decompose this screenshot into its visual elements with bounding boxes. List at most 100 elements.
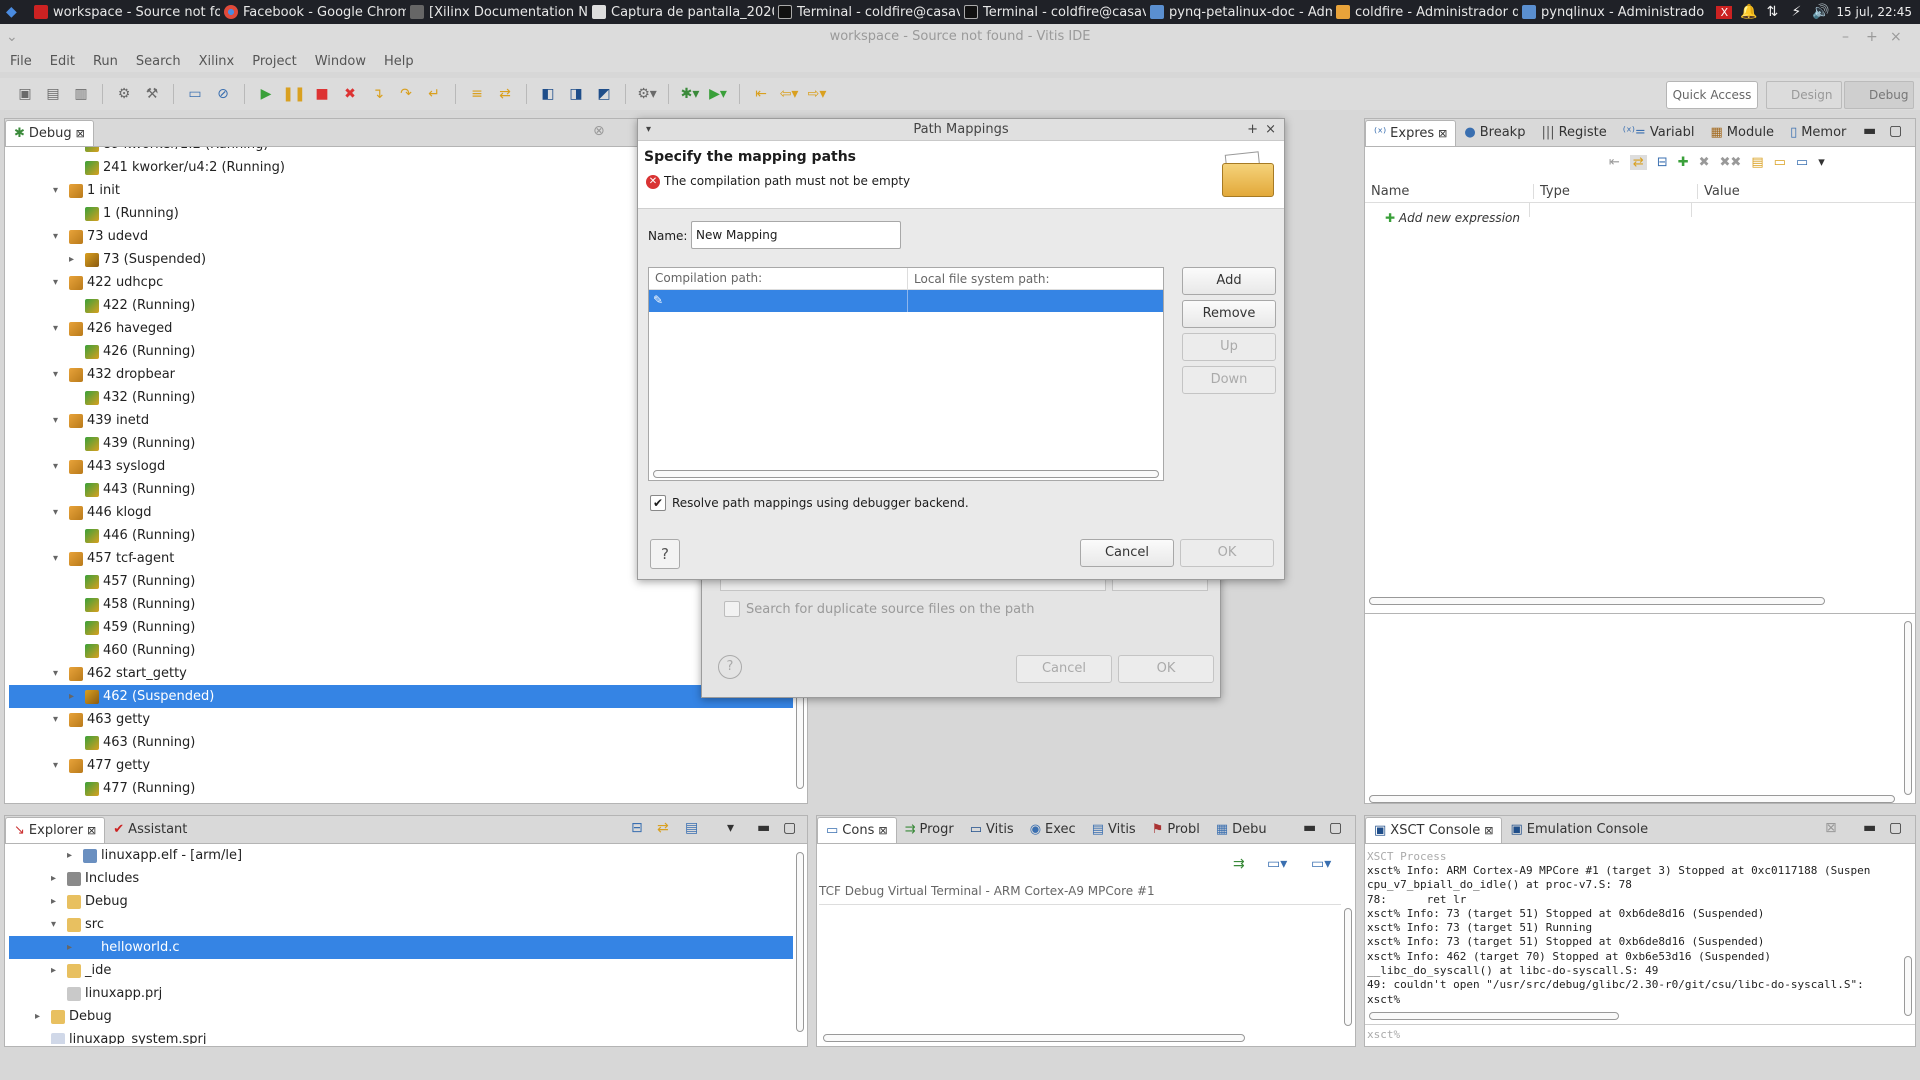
- terminal-toolbar-icon[interactable]: ▭: [184, 83, 206, 105]
- filter-icon[interactable]: ▤: [685, 820, 698, 836]
- expand-arrow-icon[interactable]: ▾: [53, 409, 58, 432]
- view-maximize-button[interactable]: ▢: [1889, 820, 1902, 836]
- tree-row[interactable]: 463 (Running): [9, 731, 793, 754]
- down-button[interactable]: Down: [1182, 366, 1276, 394]
- column-local-path[interactable]: Local file system path:: [907, 268, 1050, 290]
- menu-xilinx[interactable]: Xilinx: [199, 54, 235, 69]
- vitis-console-icon[interactable]: ◩: [593, 83, 615, 105]
- tree-row[interactable]: ▸ Debug: [9, 890, 793, 913]
- step-over-icon[interactable]: ↷: [395, 83, 417, 105]
- mappings-table[interactable]: Compilation path: Local file system path…: [648, 267, 1164, 481]
- expand-arrow-icon[interactable]: ▾: [53, 547, 58, 570]
- collapse-arrow-icon[interactable]: ▸: [67, 844, 72, 867]
- view-maximize-button[interactable]: ▢: [1329, 820, 1342, 836]
- taskbar-item-vitis[interactable]: workspace - Source not fo...: [30, 0, 220, 24]
- expand-arrow-icon[interactable]: ▾: [51, 913, 56, 936]
- expand-arrow-icon[interactable]: ▾: [53, 455, 58, 478]
- pin-console-icon[interactable]: ▭▾: [1311, 856, 1331, 872]
- tree-row[interactable]: ▸ helloworld.c: [9, 936, 793, 959]
- tab-expressions[interactable]: ⁽ˣ⁾ Expres ⊠: [1365, 120, 1457, 146]
- run-dropdown-icon[interactable]: ▶▾: [707, 83, 729, 105]
- cancel-button[interactable]: Cancel: [1080, 539, 1174, 567]
- link-editor-icon[interactable]: ⇄: [657, 820, 669, 836]
- column-name[interactable]: Name: [1371, 184, 1409, 199]
- tree-row[interactable]: 458 (Running): [9, 593, 793, 616]
- tree-row[interactable]: ▾ 462 start_getty: [9, 662, 793, 685]
- tree-row[interactable]: ▸ Includes: [9, 867, 793, 890]
- expressions-hscrollbar[interactable]: [1369, 597, 1825, 605]
- tree-row[interactable]: ▾ src: [9, 913, 793, 936]
- tree-row[interactable]: ▸ _ide: [9, 959, 793, 982]
- notification-bell-icon[interactable]: 🔔: [1740, 4, 1757, 20]
- expand-arrow-icon[interactable]: ▾: [53, 501, 58, 524]
- tab-modules[interactable]: ▦ Module: [1702, 120, 1782, 146]
- tab-variables[interactable]: ⁽ˣ⁾= Variabl: [1615, 120, 1703, 146]
- step-return-icon[interactable]: ↵: [423, 83, 445, 105]
- tree-row[interactable]: ▸ 462 (Suspended): [9, 685, 793, 708]
- help-icon[interactable]: ?: [718, 655, 742, 679]
- show-logical-structure-icon[interactable]: ⇄: [1629, 155, 1647, 170]
- expand-arrow-icon[interactable]: ▾: [53, 754, 58, 777]
- ok-button[interactable]: OK: [1180, 539, 1274, 567]
- column-compilation-path[interactable]: Compilation path:: [655, 271, 762, 285]
- tab-assistant[interactable]: ✔ Assistant: [105, 817, 195, 843]
- tree-row[interactable]: linuxapp.prj: [9, 982, 793, 1005]
- details-scrollbar[interactable]: [1904, 621, 1912, 795]
- xsct-hscrollbar[interactable]: [1369, 1012, 1619, 1020]
- minimize-window-button[interactable]: –: [1842, 24, 1849, 50]
- add-button[interactable]: Add: [1182, 267, 1276, 295]
- tree-row[interactable]: ▸ linuxapp.elf - [arm/le]: [9, 844, 793, 867]
- taskbar-item-coldfire[interactable]: coldfire - Administrador d...: [1332, 0, 1518, 24]
- build-settings-icon[interactable]: ⚙: [113, 83, 135, 105]
- close-icon[interactable]: ⊠: [87, 818, 96, 844]
- clock[interactable]: 15 jul, 22:45: [1836, 5, 1912, 19]
- tab-debug[interactable]: ✱ Debug ⊠: [5, 120, 94, 146]
- menu-file[interactable]: File: [10, 54, 32, 69]
- copy-expressions-icon[interactable]: ▤: [1751, 155, 1763, 170]
- tree-row[interactable]: ▸ Debug: [9, 1005, 793, 1028]
- network-transfer-icon[interactable]: ⇅: [1764, 4, 1780, 20]
- dialog-maximize-button[interactable]: +: [1247, 119, 1258, 141]
- tab-debugger-console[interactable]: ▦ Debu: [1208, 817, 1275, 843]
- dialog-close-button[interactable]: ×: [1265, 119, 1276, 141]
- forward-icon[interactable]: ⇨▾: [806, 83, 828, 105]
- maximize-window-button[interactable]: +: [1866, 24, 1878, 50]
- tab-breakpoints[interactable]: ● Breakp: [1456, 120, 1533, 146]
- tab-xsct-console[interactable]: ▣ XSCT Console ⊠: [1365, 817, 1503, 843]
- taskbar-item-pynqlinux[interactable]: pynqlinux - Administrador ...: [1518, 0, 1704, 24]
- open-console-icon[interactable]: ⇉: [1233, 856, 1245, 872]
- up-button[interactable]: Up: [1182, 333, 1276, 361]
- collapse-arrow-icon[interactable]: ▸: [35, 1005, 40, 1028]
- resolve-mappings-checkbox[interactable]: ✔: [650, 495, 666, 511]
- taskbar-item-terminal-1[interactable]: Terminal - coldfire@casav:...: [774, 0, 960, 24]
- skip-breakpoints-icon[interactable]: ⊘: [212, 83, 234, 105]
- console-scrollbar[interactable]: [1344, 908, 1352, 1026]
- power-icon[interactable]: ⚡: [1788, 4, 1804, 20]
- last-edit-location-icon[interactable]: ⇤: [750, 83, 772, 105]
- new-icon[interactable]: ▣: [14, 83, 36, 105]
- close-window-button[interactable]: ×: [1890, 24, 1902, 50]
- expand-arrow-icon[interactable]: ▾: [53, 363, 58, 386]
- expand-arrow-icon[interactable]: ▾: [53, 179, 58, 202]
- perspective-debug[interactable]: Debug: [1844, 81, 1914, 109]
- tab-vitis-serial[interactable]: ▤ Vitis: [1084, 817, 1144, 843]
- menu-edit[interactable]: Edit: [50, 54, 75, 69]
- close-icon[interactable]: ⊠: [76, 121, 85, 147]
- view-maximize-button[interactable]: ▢: [1889, 123, 1902, 139]
- xsct-input[interactable]: xsct%: [1365, 1024, 1915, 1046]
- window-menu-icon[interactable]: ⌄: [6, 24, 18, 50]
- volume-icon[interactable]: 🔊: [1812, 4, 1829, 20]
- add-new-expression-row[interactable]: ✚ Add new expression: [1385, 211, 1520, 225]
- tree-row[interactable]: 477 (Running): [9, 777, 793, 800]
- xsct-icon[interactable]: ◧: [537, 83, 559, 105]
- tab-problems[interactable]: ⚑ Probl: [1144, 817, 1208, 843]
- hammer-build-icon[interactable]: ⚒: [141, 83, 163, 105]
- tab-memory[interactable]: ▯ Memor: [1782, 120, 1854, 146]
- table-row[interactable]: ✎: [649, 290, 1163, 312]
- mappings-hscrollbar[interactable]: [653, 470, 1159, 478]
- clear-console-icon[interactable]: ⊠: [1825, 820, 1837, 836]
- view-minimize-button[interactable]: ▬: [1863, 123, 1876, 139]
- taskbar-item-petalinux-doc[interactable]: pynq-petalinux-doc - Admi...: [1146, 0, 1332, 24]
- collapse-arrow-icon[interactable]: ▸: [69, 248, 74, 271]
- view-minimize-button[interactable]: ▬: [1863, 820, 1876, 836]
